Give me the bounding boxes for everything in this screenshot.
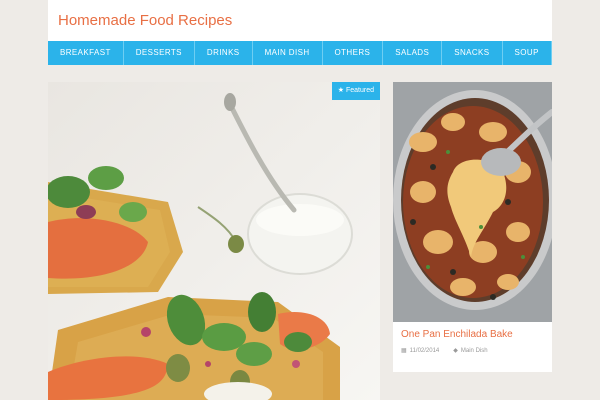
- nav-item-desserts[interactable]: DESSERTS: [124, 41, 195, 65]
- nav-item-breakfast[interactable]: BREAKFAST: [48, 41, 124, 65]
- nav-item-drinks[interactable]: DRINKS: [195, 41, 253, 65]
- site-title-link[interactable]: Homemade Food Recipes: [58, 12, 232, 29]
- featured-badge-label: Featured: [345, 87, 374, 94]
- featured-post-image[interactable]: ★ Featured: [48, 82, 380, 400]
- nav-item-others[interactable]: OTHERS: [323, 41, 384, 65]
- post-meta: ▦ 11/02/2014 ◆ Main Dish: [401, 347, 488, 355]
- tag-icon: ◆: [453, 348, 458, 354]
- star-icon: ★: [337, 87, 345, 94]
- post-date: 11/02/2014: [409, 347, 440, 354]
- nav-item-main-dish[interactable]: MAIN DISH: [253, 41, 323, 65]
- nav-item-snacks[interactable]: SNACKS: [442, 41, 503, 65]
- post-category-link[interactable]: Main Dish: [461, 348, 488, 354]
- featured-badge: ★ Featured: [331, 82, 380, 100]
- post-title-link[interactable]: One Pan Enchilada Bake: [401, 329, 513, 340]
- calendar-icon: ▦: [401, 348, 407, 354]
- post-thumbnail[interactable]: [393, 82, 552, 322]
- waffle-salmon-photo: [48, 82, 380, 400]
- nav-item-soup[interactable]: SOUP: [503, 41, 552, 65]
- site-header: Homemade Food Recipes: [48, 0, 552, 41]
- nav-item-salads[interactable]: SALADS: [383, 41, 443, 65]
- post-card[interactable]: One Pan Enchilada Bake ▦ 11/02/2014 ◆ Ma…: [393, 82, 552, 372]
- enchilada-bake-photo: [393, 82, 552, 322]
- main-nav: BREAKFAST DESSERTS DRINKS MAIN DISH OTHE…: [48, 41, 552, 65]
